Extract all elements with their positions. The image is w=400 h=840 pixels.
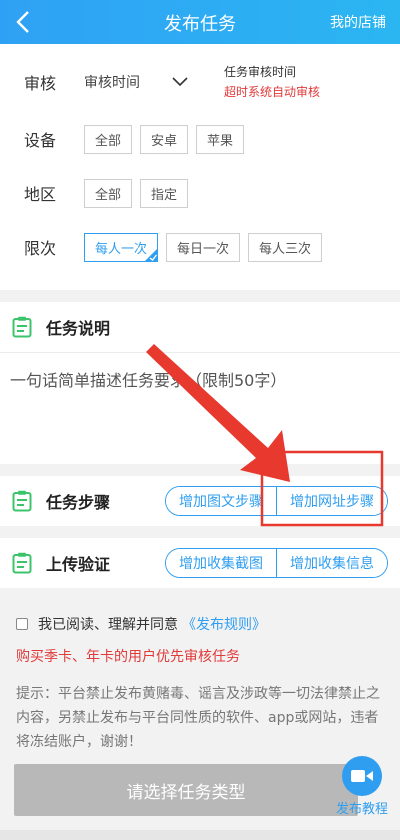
agree-checkbox[interactable] (16, 618, 28, 630)
description-input[interactable]: 一句话简单描述任务要求（限制50字） (0, 352, 400, 464)
description-section: 任务说明 一句话简单描述任务要求（限制50字） (0, 302, 400, 464)
steps-header: 任务步骤 增加图文步骤 增加网址步骤 (0, 476, 400, 526)
description-title: 任务说明 (46, 319, 111, 338)
limit-option-three-per-user[interactable]: 每人三次 (248, 232, 323, 262)
bottom-strip (0, 830, 400, 840)
task-settings-form: 审核 审核时间 任务审核时间 超时系统自动审核 设备 全部 安卓 苹果 地区 全… (0, 44, 400, 290)
selected-check-icon (144, 247, 159, 262)
promo-text: 购买季卡、年卡的用户优先审核任务 (16, 649, 240, 665)
rules-link[interactable]: 《发布规则》 (182, 614, 266, 634)
region-option-all[interactable]: 全部 (84, 178, 133, 208)
limit-label: 限次 (24, 239, 57, 258)
upload-section: 上传验证 增加收集截图 增加收集信息 (0, 538, 400, 588)
add-screenshot-button[interactable]: 增加收集截图 (166, 549, 276, 577)
limit-option-once-per-user[interactable]: 每人一次 (84, 232, 159, 262)
clipboard-icon (12, 316, 32, 338)
agreement-text: 我已阅读、理解并同意 (38, 617, 178, 633)
device-option-all[interactable]: 全部 (84, 124, 133, 154)
steps-title: 任务步骤 (46, 493, 111, 512)
add-info-button[interactable]: 增加收集信息 (276, 549, 387, 577)
divider (0, 526, 400, 538)
chevron-down-icon (172, 77, 188, 87)
limit-option-label: 每人一次 (95, 241, 148, 257)
tutorial-button[interactable]: 发布教程 (334, 756, 390, 817)
steps-button-group: 增加图文步骤 增加网址步骤 (165, 486, 388, 516)
steps-section: 任务步骤 增加图文步骤 增加网址步骤 (0, 476, 400, 526)
divider (0, 464, 400, 476)
device-label: 设备 (24, 131, 57, 150)
footer-area: 我已阅读、理解并同意 《发布规则》 购买季卡、年卡的用户优先审核任务 提示：平台… (0, 588, 400, 754)
region-option-specified[interactable]: 指定 (140, 178, 189, 208)
device-option-ios[interactable]: 苹果 (196, 124, 245, 154)
limit-option-once-per-day[interactable]: 每日一次 (166, 232, 241, 262)
limit-row: 限次 每人一次 每日一次 每人三次 (0, 220, 400, 274)
divider (0, 290, 400, 302)
description-placeholder: 一句话简单描述任务要求（限制50字） (10, 371, 287, 390)
video-icon (342, 756, 382, 796)
my-store-link[interactable]: 我的店铺 (330, 12, 386, 32)
review-note-title: 任务审核时间 (224, 65, 297, 79)
agreement-line: 我已阅读、理解并同意 《发布规则》 (16, 614, 384, 634)
review-time-select[interactable]: 审核时间 (84, 72, 224, 92)
tutorial-label: 发布教程 (335, 802, 388, 817)
device-option-android[interactable]: 安卓 (140, 124, 189, 154)
upload-header: 上传验证 增加收集截图 增加收集信息 (0, 538, 400, 588)
clipboard-icon (12, 552, 32, 574)
description-header: 任务说明 (0, 302, 400, 352)
select-task-type-button[interactable]: 请选择任务类型 (14, 764, 358, 816)
notice-text: 提示：平台禁止发布黄赌毒、谣言及涉政等一切法律禁止之内容，另禁止发布与平台同性质… (16, 686, 380, 750)
device-row: 设备 全部 安卓 苹果 (0, 112, 400, 166)
upload-title: 上传验证 (46, 555, 111, 574)
review-row: 审核 审核时间 任务审核时间 超时系统自动审核 (0, 52, 400, 112)
review-note: 任务审核时间 超时系统自动审核 (224, 62, 320, 102)
review-note-warning: 超时系统自动审核 (224, 85, 321, 99)
review-label: 审核 (24, 74, 57, 93)
add-image-step-button[interactable]: 增加图文步骤 (166, 487, 276, 515)
top-bar: 发布任务 我的店铺 (0, 0, 400, 44)
upload-button-group: 增加收集截图 增加收集信息 (165, 548, 388, 578)
add-url-step-button[interactable]: 增加网址步骤 (276, 487, 387, 515)
review-time-value: 审核时间 (84, 75, 140, 91)
region-row: 地区 全部 指定 (0, 166, 400, 220)
region-label: 地区 (24, 185, 57, 204)
clipboard-icon (12, 490, 32, 512)
